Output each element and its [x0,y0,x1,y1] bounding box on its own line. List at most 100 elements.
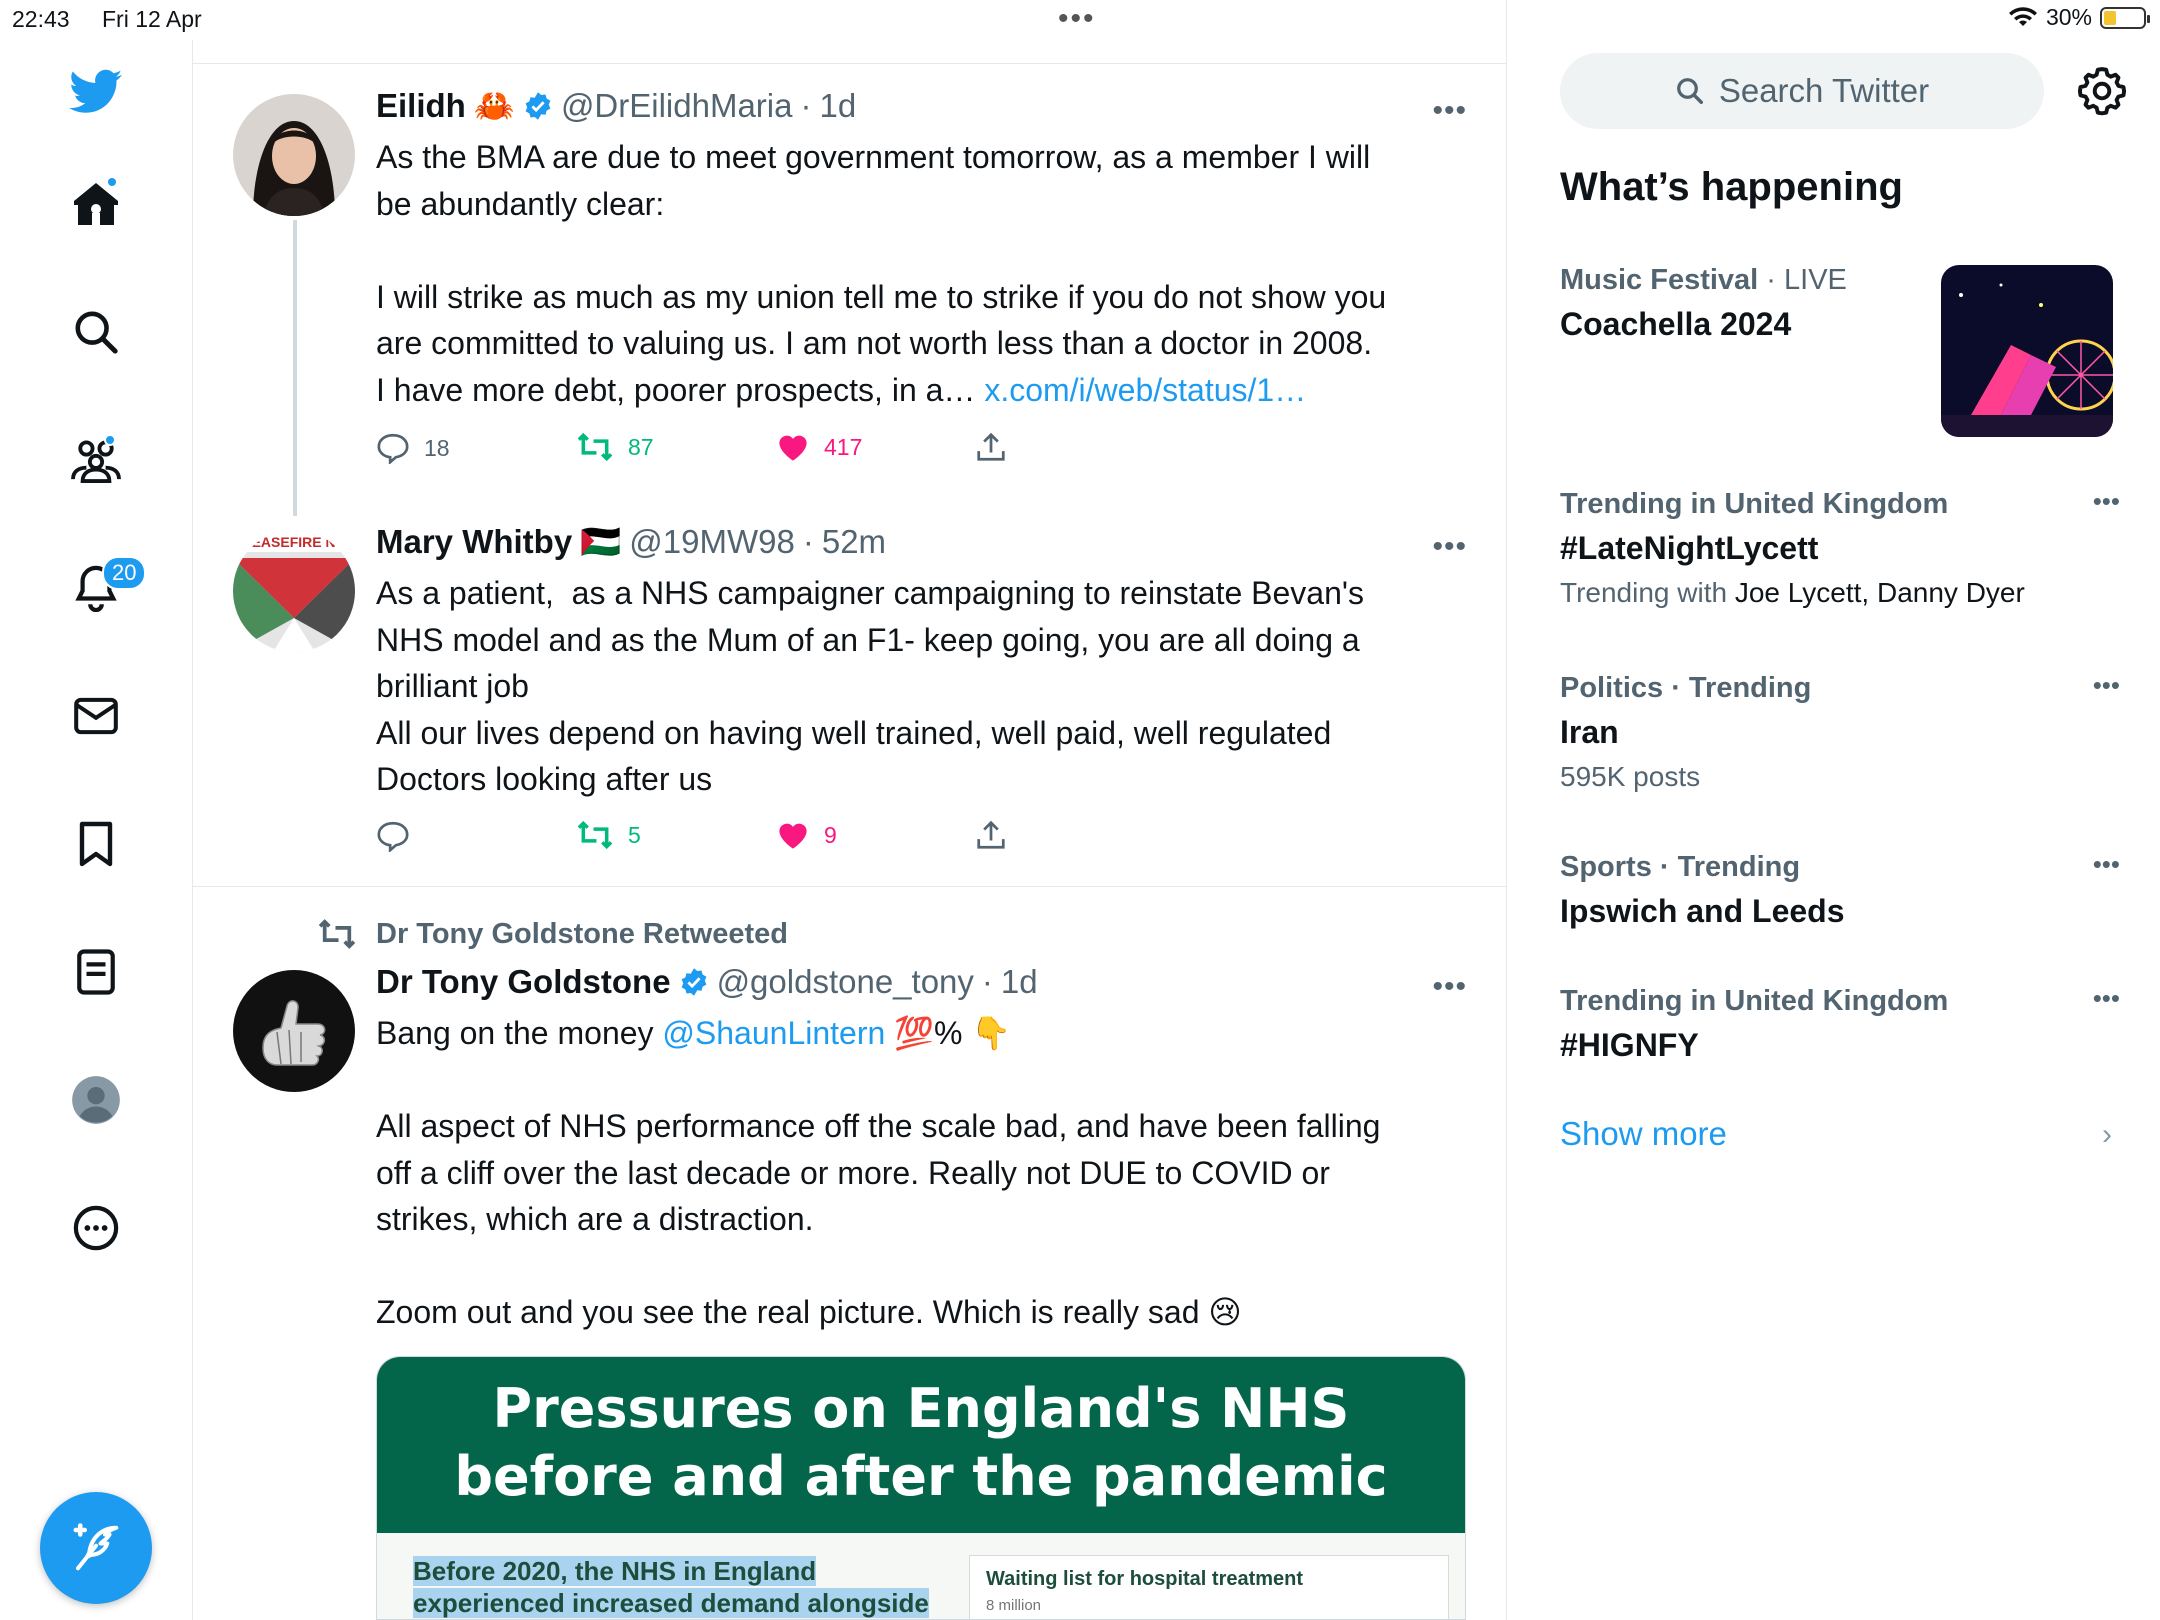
trend-category: Politics · Trending [1560,672,1812,704]
trend-more-button[interactable]: ••• [2093,849,2120,880]
trend-title: #HIGNFY [1560,1027,1699,1063]
media-banner: Pressures on England's NHS before and af… [377,1357,1465,1533]
communities-unread-dot [104,434,116,446]
search-icon [1676,78,1703,104]
media-chart-unit: 8 million [986,1597,1042,1614]
trend-more-button[interactable]: ••• [2093,486,2120,517]
like-count: 9 [824,821,837,848]
like-button[interactable]: 417 [776,432,862,462]
author-handle[interactable]: @goldstone_tony [717,962,974,1002]
retweet-icon [577,432,613,462]
trend-live-label: LIVE [1784,264,1847,296]
separator-dot: · [800,87,812,124]
trend-subtitle: Trending with Joe Lycett, Danny Dyer [1560,574,2120,612]
settings-gear-icon[interactable] [2077,66,2127,116]
compose-tweet-button[interactable] [40,1492,152,1604]
bookmarks-icon[interactable] [68,816,124,872]
twitter-logo-icon[interactable] [68,64,124,120]
trend-title: #LateNightLycett [1560,530,1819,566]
reply-icon [377,433,409,464]
trend-category: Music Festival [1560,264,1759,296]
trend-sub-prefix: Trending with [1560,577,1735,608]
left-navigation: 20 [0,40,193,1620]
media-caption-line1: Before 2020, the NHS in England [413,1556,817,1586]
share-button[interactable] [976,432,1006,462]
tweet-more-button[interactable]: ••• [1432,970,1467,1004]
communities-icon[interactable] [68,432,124,488]
media-chart-panel: Waiting list for hospital treatment 8 mi… [969,1555,1449,1619]
media-caption-line2: experienced increased demand alongside [413,1588,929,1618]
author-name[interactable]: Eilidh [376,86,466,126]
media-caption: Before 2020, the NHS in England experien… [413,1555,929,1619]
retweeted-by-label[interactable]: Dr Tony Goldstone Retweeted [376,918,788,951]
notifications-badge: 20 [102,556,147,590]
timeline: Eilidh 🦀 @DrEilidhMaria · 1d As the BMA … [193,0,1507,1620]
retweet-button[interactable]: 5 [576,820,641,850]
tweet-more-button[interactable]: ••• [1432,94,1467,128]
heart-filled-icon [779,435,807,461]
tweet-text-start: Bang on the money [376,1015,663,1051]
tweet-actions: 18 87 417 [376,432,1076,472]
trend-category: Sports · Trending [1560,851,1801,883]
tweet-media-image[interactable]: Pressures on England's NHS before and af… [376,1356,1466,1620]
retweet-icon [577,820,613,850]
tweet-text: As the BMA are due to meet government to… [376,134,1471,413]
retweet-button[interactable]: 87 [576,432,654,462]
lists-icon[interactable] [68,944,124,1000]
more-icon[interactable] [68,1200,124,1256]
author-handle[interactable]: @DrEilidhMaria [561,86,793,126]
search-icon[interactable] [68,304,124,360]
show-more-link[interactable]: Show more [1560,1115,1727,1153]
tweet-text: As a patient, as a NHS campaigner campai… [376,575,1364,797]
share-button[interactable] [976,820,1006,850]
avatar[interactable] [233,970,355,1092]
mention-link[interactable]: @ShaunLintern [662,1015,885,1051]
trend-more-button[interactable]: ••• [2093,983,2120,1014]
tweet-text-emoji: 💯% 👇 [885,1015,1012,1051]
home-icon[interactable] [68,176,124,232]
tweet-timestamp[interactable]: 1d [820,86,857,126]
trend-item[interactable]: Trending in United Kingdom #HIGNFY ••• [1560,983,2120,1067]
avatar[interactable]: CEASEFIRE NO [233,530,355,652]
heart-filled-icon [779,823,807,849]
author-handle[interactable]: @19MW98 [629,522,795,562]
trend-title: Iran [1560,714,1619,750]
tweet-more-button[interactable]: ••• [1432,530,1467,564]
separator-dot: · [981,963,993,1000]
right-sidebar: Search Twitter What’s happening Music Fe… [1507,0,2160,1620]
media-title-line2: before and after the pandemic [454,1445,1388,1508]
media-chart-title: Waiting list for hospital treatment [986,1568,1304,1590]
trend-thumbnail-image[interactable] [1941,265,2113,437]
reply-button[interactable] [376,820,424,852]
tweet-timestamp[interactable]: 52m [822,522,886,562]
avatar-text: CEASEFIRE NO [241,534,346,550]
like-count: 417 [824,433,863,460]
avatar[interactable] [233,94,355,216]
tweet-text-body: As the BMA are due to meet government to… [376,139,1387,408]
tweet-link[interactable]: x.com/i/web/status/1… [984,372,1306,408]
whats-happening-heading: What’s happening [1560,165,1903,209]
messages-icon[interactable] [68,688,124,744]
retweet-count: 5 [628,821,641,848]
trend-title: Ipswich and Leeds [1560,893,1845,929]
trend-category: Trending in United Kingdom [1560,985,1949,1017]
trend-item[interactable]: Politics · Trending Iran 595K posts ••• [1560,670,2120,796]
trend-item[interactable]: Trending in United Kingdom #LateNightLyc… [1560,486,2120,612]
trend-more-button[interactable]: ••• [2093,670,2120,701]
trend-separator: · [1758,264,1785,296]
author-name[interactable]: Dr Tony Goldstone [376,962,671,1002]
author-name[interactable]: Mary Whitby [376,522,572,562]
search-input[interactable]: Search Twitter [1560,53,2044,129]
tweet-timestamp[interactable]: 1d [1001,962,1038,1002]
chevron-right-icon: › [2102,1118,2112,1151]
profile-icon[interactable] [68,1072,124,1128]
reply-count: 18 [424,434,450,461]
verified-badge-icon [681,968,706,996]
reply-icon [377,821,409,852]
trend-post-count: 595K posts [1560,761,1701,792]
reply-button[interactable]: 18 [376,432,450,464]
like-button[interactable]: 9 [776,820,837,850]
trend-item[interactable]: Sports · Trending Ipswich and Leeds ••• [1560,849,2120,933]
retweet-count: 87 [628,433,654,460]
separator-dot: · [802,523,814,560]
